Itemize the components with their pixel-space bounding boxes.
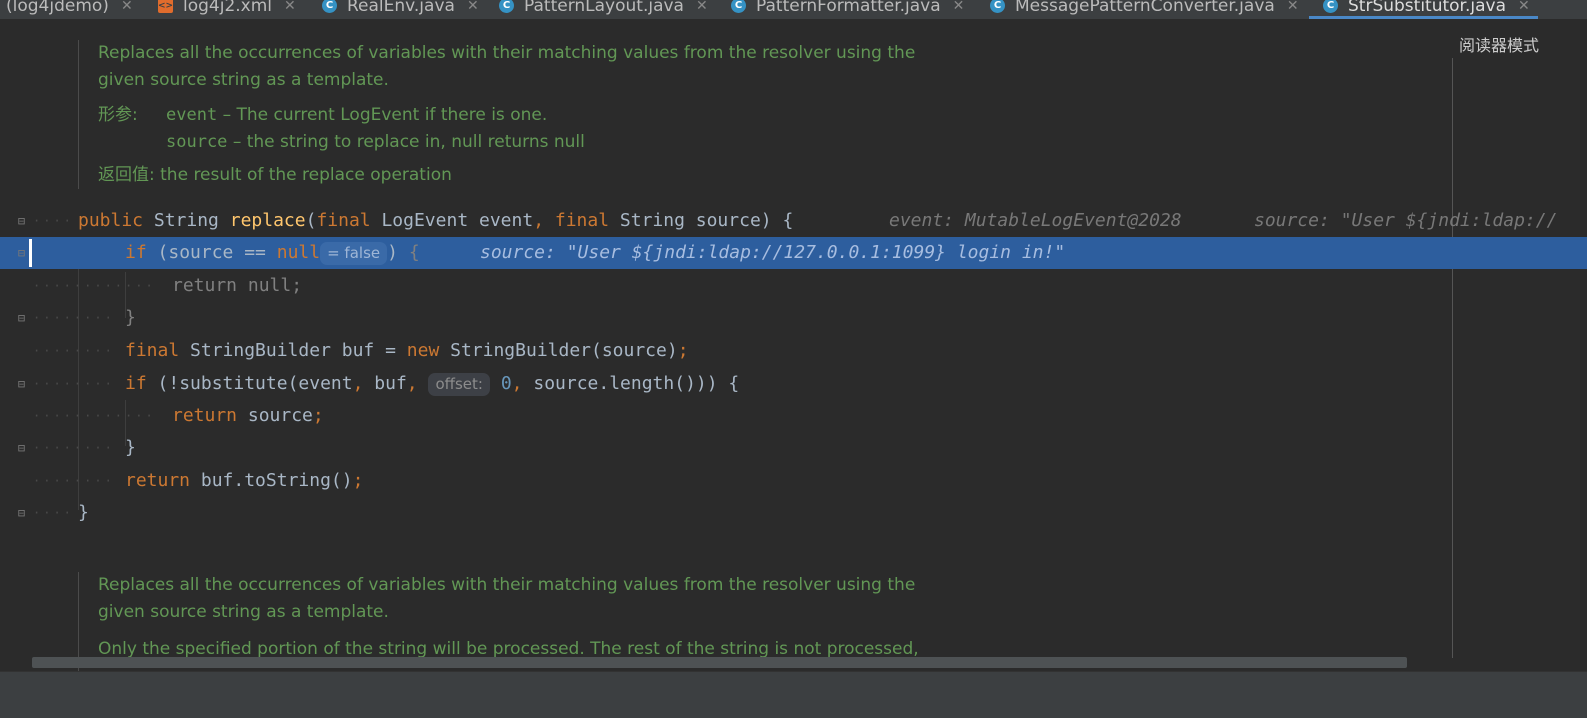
- doc-params: 形参: event – The current LogEvent if there…: [98, 102, 915, 129]
- close-icon[interactable]: ✕: [953, 0, 965, 14]
- tab-patternformatter-java[interactable]: C PatternFormatter.java ✕: [731, 0, 964, 19]
- code-line[interactable]: ········ }: [0, 302, 1587, 334]
- doc-line: Replaces all the occurrences of variable…: [98, 575, 916, 595]
- fold-icon[interactable]: ⊟: [15, 377, 28, 391]
- doc-line: given source string as a template.: [98, 602, 389, 622]
- tab-label: MessagePatternConverter.java: [1015, 0, 1275, 16]
- code-line[interactable]: ········ return buf.toString();: [0, 465, 1587, 497]
- doc-line: Replaces all the occurrences of variable…: [98, 43, 916, 63]
- tab-realenv-java[interactable]: C RealEnv.java ✕: [322, 0, 479, 19]
- code-line[interactable]: ···· public String replace(final LogEven…: [0, 205, 1587, 237]
- tab-label: PatternFormatter.java: [756, 0, 941, 16]
- param-desc: – The current LogEvent if there is one.: [217, 105, 548, 125]
- doc-params: source – the string to replace in, null …: [98, 129, 915, 156]
- fold-icon[interactable]: ⊟: [15, 506, 28, 520]
- close-icon[interactable]: ✕: [467, 0, 479, 14]
- tab-log4j2-xml[interactable]: <> log4j2.xml ✕: [158, 0, 296, 19]
- horizontal-scrollbar[interactable]: [32, 657, 1407, 668]
- tab-log4jdemo[interactable]: (log4jdemo) ✕: [6, 0, 133, 19]
- returns-label: 返回值:: [98, 165, 155, 185]
- tab-label: log4j2.xml: [183, 0, 273, 16]
- tab-label: StrSubstitutor.java: [1348, 0, 1507, 16]
- inline-debug-value: source: "User ${jndi:ldap://: [1254, 210, 1558, 231]
- close-icon[interactable]: ✕: [284, 0, 296, 14]
- close-icon[interactable]: ✕: [1287, 0, 1299, 14]
- code-line[interactable]: ········ }: [0, 432, 1587, 464]
- code-line[interactable]: ············ return null;: [0, 270, 1587, 302]
- fold-icon[interactable]: ⊟: [15, 246, 28, 260]
- editor-tab-bar: (log4jdemo) ✕ <> log4j2.xml ✕ C RealEnv.java…: [0, 0, 1587, 19]
- class-icon: C: [322, 0, 337, 13]
- class-icon: C: [499, 0, 514, 13]
- javadoc-rendered: Replaces all the occurrences of variable…: [78, 40, 915, 189]
- tab-label: (log4jdemo): [6, 0, 109, 16]
- fold-icon[interactable]: ⊟: [15, 441, 28, 455]
- close-icon[interactable]: ✕: [1518, 0, 1530, 14]
- class-icon: C: [990, 0, 1005, 13]
- parameter-name-hint: offset:: [428, 373, 490, 396]
- bottom-panel: [0, 671, 1587, 718]
- inline-debug-value: source: "User ${jndi:ldap://127.0.0.1:10…: [480, 242, 1066, 263]
- doc-returns: 返回值: the result of the replace operation: [98, 162, 915, 189]
- code-line[interactable]: ········ if (!substitute(event, buf, off…: [0, 368, 1587, 400]
- inline-value-badge: = false: [320, 242, 388, 265]
- code-line[interactable]: ···· }: [0, 497, 1587, 529]
- tab-label: PatternLayout.java: [524, 0, 684, 16]
- code-line[interactable]: ············ return source;: [0, 400, 1587, 432]
- doc-line: given source string as a template.: [98, 70, 389, 90]
- close-icon[interactable]: ✕: [121, 0, 133, 14]
- class-icon: C: [731, 0, 746, 13]
- reader-mode-button[interactable]: 阅读器模式: [1459, 32, 1539, 56]
- code-line[interactable]: ········ final StringBuilder buf = new S…: [0, 335, 1587, 367]
- inline-debug-value: event: MutableLogEvent@2028: [889, 210, 1182, 231]
- params-label: 形参:: [98, 105, 138, 125]
- tab-messagepatternconverter-java[interactable]: C MessagePatternConverter.java ✕: [990, 0, 1299, 19]
- text-caret: [29, 239, 32, 267]
- tab-label: RealEnv.java: [347, 0, 455, 16]
- execution-point-line[interactable]: if (source == null = false) { source: "Us…: [0, 237, 1587, 269]
- param-name: event: [166, 105, 218, 125]
- returns-desc: the result of the replace operation: [160, 165, 452, 185]
- fold-icon[interactable]: ⊟: [15, 311, 28, 325]
- close-icon[interactable]: ✕: [696, 0, 708, 14]
- fold-icon[interactable]: ⊟: [15, 214, 28, 228]
- class-icon: C: [1323, 0, 1338, 13]
- param-name: source: [166, 132, 228, 152]
- tab-patternlayout-java[interactable]: C PatternLayout.java ✕: [499, 0, 708, 19]
- param-desc: – the string to replace in, null returns…: [227, 132, 585, 152]
- xml-file-icon: <>: [158, 0, 173, 13]
